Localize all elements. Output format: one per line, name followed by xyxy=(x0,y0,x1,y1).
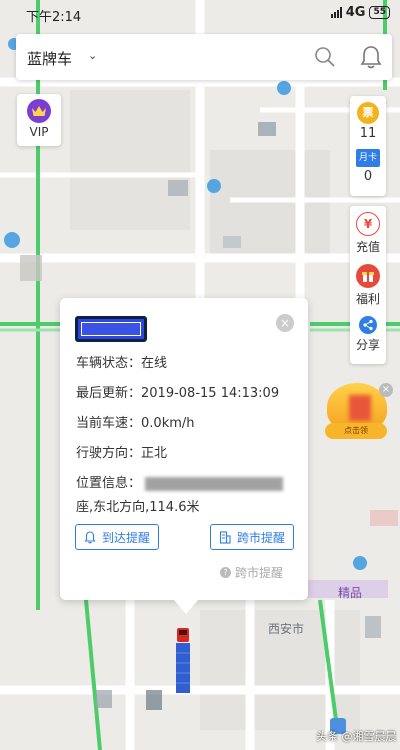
vip-label: VIP xyxy=(29,125,49,139)
cross-city-hint[interactable]: ? 跨市提醒 xyxy=(220,564,283,581)
cross-city-hint-label: 跨市提醒 xyxy=(235,566,284,580)
help-icon: ? xyxy=(220,567,231,578)
month-card-icon: 月卡 xyxy=(356,149,380,167)
license-plate xyxy=(75,316,147,342)
update-value: 2019-08-15 14:13:09 xyxy=(141,386,280,401)
battery-icon: 55 xyxy=(369,6,390,19)
recharge-icon: ¥ xyxy=(356,212,380,236)
location-redacted xyxy=(145,476,284,491)
vehicle-marker[interactable] xyxy=(173,628,193,698)
bell-icon xyxy=(84,530,96,543)
action-panel: ¥ 充值 福利 分享 xyxy=(350,206,386,364)
vip-button[interactable]: VIP xyxy=(17,94,61,146)
location-suffix: 座,东北方向,114.6米 xyxy=(76,500,200,515)
cross-city-reminder-button[interactable]: 跨市提醒 xyxy=(210,524,295,550)
status-row: 车辆状态：在线 xyxy=(76,352,167,371)
status-value: 在线 xyxy=(141,356,168,371)
top-search-bar: 蓝牌车 ⌄ xyxy=(16,34,392,80)
building-icon xyxy=(219,530,231,544)
status-indicators: 4G 55 xyxy=(330,5,390,20)
recharge-label: 充值 xyxy=(355,240,380,254)
speed-value: 0.0km/h xyxy=(141,416,195,431)
crown-icon xyxy=(27,99,51,123)
cross-city-reminder-label: 跨市提醒 xyxy=(237,530,286,545)
bell-icon[interactable] xyxy=(359,44,383,74)
status-time: 下午2:14 xyxy=(26,10,82,25)
truck-icon xyxy=(176,628,190,693)
ticket-icon: 票 xyxy=(357,102,379,124)
share-button[interactable]: 分享 xyxy=(350,310,386,362)
location-row-2: 座,东北方向,114.6米 xyxy=(76,496,199,515)
signal-icon xyxy=(330,7,342,18)
vehicle-info-popup: × 车辆状态：在线 最后更新：2019-08-15 14:13:09 当前车速：… xyxy=(60,298,308,614)
network-type: 4G xyxy=(345,5,366,20)
share-label: 分享 xyxy=(355,338,380,352)
search-icon[interactable] xyxy=(314,46,336,72)
close-icon[interactable]: × xyxy=(276,314,294,332)
direction-value: 正北 xyxy=(141,446,168,461)
arrive-reminder-label: 到达提醒 xyxy=(102,530,151,545)
promo-float[interactable]: 点击领 × xyxy=(323,383,393,441)
speed-row: 当前车速：0.0km/h xyxy=(76,412,195,431)
share-icon xyxy=(359,316,377,334)
map-poi-label: 精品 xyxy=(338,586,363,600)
welfare-label: 福利 xyxy=(355,292,380,306)
direction-label: 行驶方向： xyxy=(76,446,142,461)
update-row: 最后更新：2019-08-15 14:13:09 xyxy=(76,382,279,401)
location-row: 位置信息： xyxy=(76,472,284,491)
ticket-count: 11 xyxy=(359,126,377,141)
promo-tag: 点击领 xyxy=(325,423,387,439)
month-card-count: 0 xyxy=(363,169,373,184)
update-label: 最后更新： xyxy=(76,386,142,401)
ticket-panel: 票 11 月卡 0 xyxy=(350,96,386,196)
recharge-button[interactable]: ¥ 充值 xyxy=(350,206,386,258)
plate-color-selector[interactable]: 蓝牌车 xyxy=(27,48,72,69)
gift-icon xyxy=(356,264,380,288)
map-area-label: 西安市 xyxy=(268,622,305,636)
speed-label: 当前车速： xyxy=(76,416,142,431)
location-label: 位置信息： xyxy=(76,476,142,491)
chevron-down-icon[interactable]: ⌄ xyxy=(88,49,97,62)
status-bar: 下午2:14 4G 55 xyxy=(0,0,400,28)
month-card-entry[interactable]: 月卡 0 xyxy=(350,149,386,184)
watermark: 头条 @湘雪晨晨 xyxy=(316,730,397,743)
welfare-button[interactable]: 福利 xyxy=(350,258,386,310)
direction-row: 行驶方向：正北 xyxy=(76,442,167,461)
ticket-entry[interactable]: 票 11 xyxy=(350,102,386,141)
close-icon[interactable]: × xyxy=(379,383,393,397)
arrive-reminder-button[interactable]: 到达提醒 xyxy=(75,524,160,550)
status-label: 车辆状态： xyxy=(76,356,142,371)
